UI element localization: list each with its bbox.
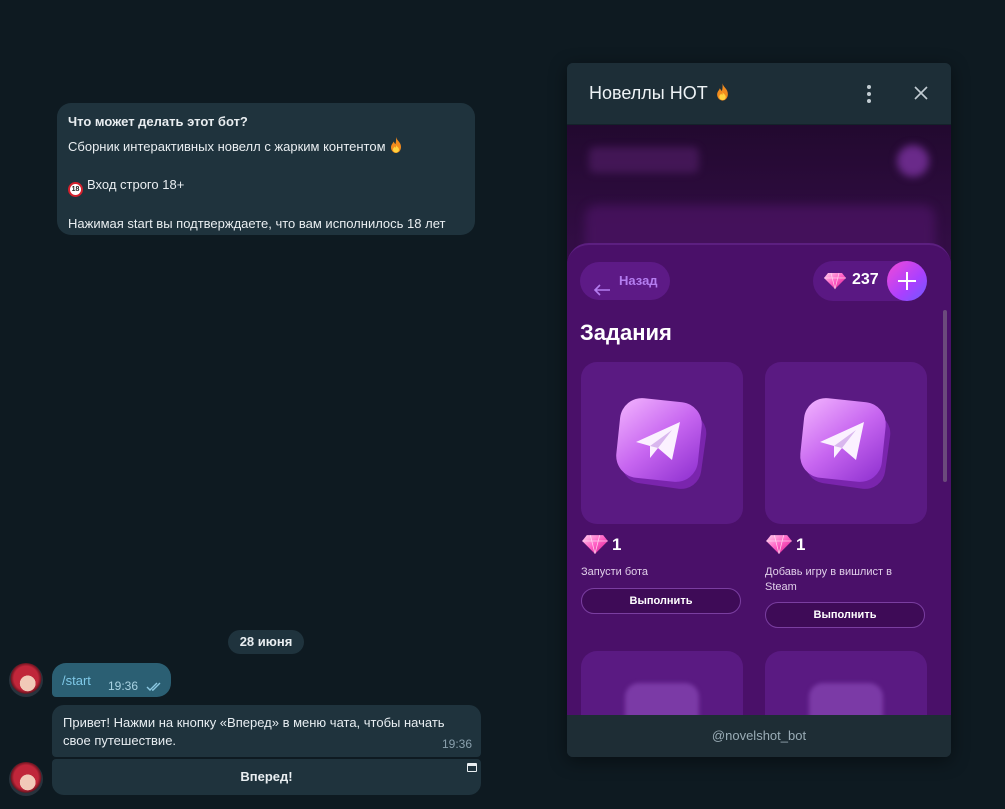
complete-task-button[interactable]: Выполнить xyxy=(765,602,925,628)
plus-icon xyxy=(898,272,916,290)
mini-app-window: Новеллы HOT Назад 237 Задания 1 Запусти … xyxy=(567,63,951,757)
age-notice-text: Вход строго 18+ xyxy=(87,177,185,192)
incoming-message[interactable]: Привет! Нажми на кнопку «Вперед» в меню … xyxy=(52,705,481,757)
task-card: 1 Запусти бота Выполнить xyxy=(581,362,745,622)
incoming-message-time: 19:36 xyxy=(441,737,472,751)
fire-icon xyxy=(389,137,403,158)
outgoing-message[interactable]: /start 19:36 xyxy=(52,663,171,697)
task-image xyxy=(765,362,927,524)
complete-task-button[interactable]: Выполнить xyxy=(581,588,741,614)
telegram-icon xyxy=(616,398,707,489)
scrollbar[interactable] xyxy=(943,310,947,482)
bot-description-bubble: Что может делать этот бот? Сборник интер… xyxy=(57,103,475,235)
inline-keyboard-icon xyxy=(467,763,477,772)
telegram-icon xyxy=(800,398,891,489)
task-card-partial xyxy=(765,651,927,715)
mini-app-header: Новеллы HOT xyxy=(567,63,951,125)
forward-button-label: Вперед! xyxy=(240,769,293,784)
mini-app-title-text: Новеллы HOT xyxy=(589,83,708,103)
inline-keyboard-forward-button[interactable]: Вперед! xyxy=(52,759,481,795)
bot-info-age-notice: 18 Вход строго 18+ xyxy=(68,176,464,197)
bot-info-description-text: Сборник интерактивных новелл с жарким ко… xyxy=(68,139,386,154)
section-title: Задания xyxy=(580,320,672,345)
gem-icon xyxy=(823,272,847,295)
no-under-18-icon: 18 xyxy=(68,182,83,197)
read-ticks-icon xyxy=(146,679,164,697)
back-button[interactable]: Назад xyxy=(580,262,670,300)
mini-app-footer: @novelshot_bot xyxy=(567,715,951,757)
tasks-sheet: Назад 237 Задания 1 Запусти бота Выполни… xyxy=(567,243,951,715)
more-vertical-icon[interactable] xyxy=(864,84,874,104)
age-badge-text: 18 xyxy=(71,186,80,193)
bot-info-consent: Нажимая start вы подтверждаете, что вам … xyxy=(68,216,446,231)
fire-icon xyxy=(715,83,730,106)
close-icon[interactable] xyxy=(912,84,930,102)
gem-icon xyxy=(581,534,609,560)
back-button-label: Назад xyxy=(619,273,658,288)
task-image xyxy=(581,362,743,524)
outgoing-message-time: 19:36 xyxy=(108,679,139,693)
balance-value: 237 xyxy=(852,271,879,288)
bot-info-description: Сборник интерактивных новелл с жарким ко… xyxy=(68,137,464,158)
avatar[interactable] xyxy=(9,762,43,796)
task-description: Добавь игру в вишлист в Steam xyxy=(765,566,892,593)
gem-icon xyxy=(765,534,793,560)
bot-info-title: Что может делать этот бот? xyxy=(68,114,248,129)
avatar[interactable] xyxy=(9,663,43,697)
task-reward: 1 xyxy=(796,535,806,554)
incoming-message-text: Привет! Нажми на кнопку «Вперед» в меню … xyxy=(63,715,445,748)
mini-app-content[interactable]: Назад 237 Задания 1 Запусти бота Выполни… xyxy=(567,125,951,715)
balance-badge: 237 xyxy=(813,261,927,301)
task-description: Запусти бота xyxy=(581,566,649,578)
add-balance-button[interactable] xyxy=(887,261,927,301)
date-separator: 28 июня xyxy=(228,630,304,654)
task-reward: 1 xyxy=(612,535,622,554)
arrow-left-icon xyxy=(593,274,611,312)
outgoing-message-text[interactable]: /start xyxy=(62,673,91,688)
task-card-partial xyxy=(581,651,743,715)
task-card: 1 Добавь игру в вишлист в Steam Выполнит… xyxy=(765,362,929,632)
mini-app-title: Новеллы HOT xyxy=(589,83,730,106)
